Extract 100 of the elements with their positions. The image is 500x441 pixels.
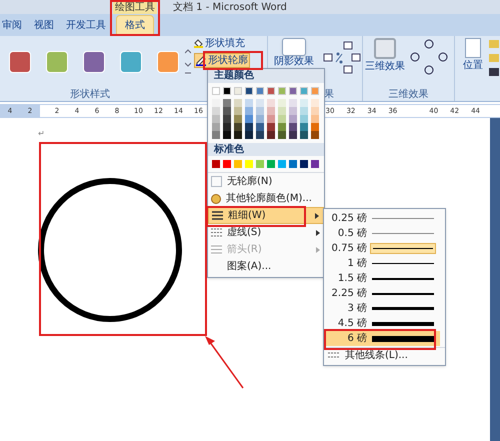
color-swatch[interactable] xyxy=(234,87,242,95)
color-swatch[interactable] xyxy=(311,131,319,139)
color-swatch[interactable] xyxy=(267,160,275,168)
color-swatch[interactable] xyxy=(256,131,264,139)
color-swatch[interactable] xyxy=(256,123,264,131)
ribbon-tab[interactable]: 视图 xyxy=(32,15,56,36)
color-swatch[interactable] xyxy=(278,131,286,139)
color-swatch[interactable] xyxy=(300,160,308,168)
color-swatch[interactable] xyxy=(289,99,297,107)
color-swatch[interactable] xyxy=(223,107,231,115)
color-swatch[interactable] xyxy=(256,115,264,123)
color-swatch[interactable] xyxy=(212,99,220,107)
style-swatch[interactable] xyxy=(157,50,179,72)
color-swatch[interactable] xyxy=(300,87,308,95)
color-swatch[interactable] xyxy=(311,160,319,168)
color-swatch[interactable] xyxy=(278,99,286,107)
weight-option[interactable]: 2.25 磅 xyxy=(324,286,440,301)
color-swatch[interactable] xyxy=(300,107,308,115)
color-swatch[interactable] xyxy=(234,131,242,139)
weight-option[interactable]: 3 磅 xyxy=(324,301,440,316)
color-swatch[interactable] xyxy=(300,123,308,131)
color-swatch[interactable] xyxy=(289,160,297,168)
menu-item[interactable]: 虚线(S) xyxy=(208,224,324,241)
weight-option[interactable]: 0.5 磅 xyxy=(324,226,440,241)
shadow-effects-button[interactable]: 阴影效果 xyxy=(274,38,314,68)
weight-option[interactable]: 6 磅 xyxy=(324,331,440,346)
color-swatch[interactable] xyxy=(256,87,264,95)
color-swatch[interactable] xyxy=(223,123,231,131)
color-swatch[interactable] xyxy=(256,99,264,107)
color-swatch[interactable] xyxy=(300,131,308,139)
color-swatch[interactable] xyxy=(267,115,275,123)
color-swatch[interactable] xyxy=(300,115,308,123)
color-swatch[interactable] xyxy=(289,115,297,123)
color-swatch[interactable] xyxy=(256,160,264,168)
weight-option[interactable]: 1.5 磅 xyxy=(324,271,440,286)
color-swatch[interactable] xyxy=(267,99,275,107)
weight-option[interactable]: 4.5 磅 xyxy=(324,316,440,331)
color-swatch[interactable] xyxy=(245,107,253,115)
color-swatch[interactable] xyxy=(278,87,286,95)
color-swatch[interactable] xyxy=(223,99,231,107)
menu-item[interactable]: 图案(A)... xyxy=(208,258,324,275)
color-swatch[interactable] xyxy=(245,123,253,131)
color-swatch[interactable] xyxy=(234,107,242,115)
menu-item[interactable]: 无轮廓(N) xyxy=(208,173,324,190)
color-swatch[interactable] xyxy=(278,115,286,123)
weight-option[interactable]: 1 磅 xyxy=(324,256,440,271)
color-swatch[interactable] xyxy=(223,131,231,139)
color-swatch[interactable] xyxy=(212,123,220,131)
color-swatch[interactable] xyxy=(289,123,297,131)
color-swatch[interactable] xyxy=(278,107,286,115)
color-swatch[interactable] xyxy=(278,160,286,168)
color-swatch[interactable] xyxy=(289,131,297,139)
style-swatch[interactable] xyxy=(46,50,68,72)
color-swatch[interactable] xyxy=(267,123,275,131)
color-swatch[interactable] xyxy=(267,131,275,139)
circle-shape[interactable] xyxy=(38,178,182,322)
arrange-icons[interactable] xyxy=(489,38,499,78)
color-swatch[interactable] xyxy=(223,87,231,95)
scroll-arrows-icon[interactable] xyxy=(185,46,191,76)
color-swatch[interactable] xyxy=(267,87,275,95)
color-swatch[interactable] xyxy=(311,123,319,131)
color-swatch[interactable] xyxy=(245,131,253,139)
position-button[interactable]: 位置 xyxy=(463,38,483,78)
ribbon-tab[interactable]: 格式 xyxy=(116,15,154,36)
color-swatch[interactable] xyxy=(245,160,253,168)
menu-item[interactable]: 其他线条(L)... xyxy=(324,348,408,363)
color-swatch[interactable] xyxy=(311,107,319,115)
color-swatch[interactable] xyxy=(234,160,242,168)
menu-item[interactable]: 粗细(W) xyxy=(208,207,324,224)
style-swatch[interactable] xyxy=(120,50,142,72)
color-swatch[interactable] xyxy=(212,160,220,168)
color-swatch[interactable] xyxy=(223,160,231,168)
ribbon-tab[interactable]: 审阅 xyxy=(0,15,24,36)
color-swatch[interactable] xyxy=(311,99,319,107)
color-swatch[interactable] xyxy=(212,115,220,123)
menu-item[interactable]: 其他轮廓颜色(M)... xyxy=(208,190,324,207)
weight-option[interactable]: 0.75 磅 xyxy=(324,241,440,256)
color-swatch[interactable] xyxy=(256,107,264,115)
three-d-effects-button[interactable]: 三维效果 xyxy=(365,38,405,74)
color-swatch[interactable] xyxy=(212,131,220,139)
color-swatch[interactable] xyxy=(234,99,242,107)
weight-option[interactable]: 0.25 磅 xyxy=(324,211,440,226)
style-swatch[interactable] xyxy=(9,50,31,72)
color-swatch[interactable] xyxy=(223,115,231,123)
color-swatch[interactable] xyxy=(245,115,253,123)
outline-button[interactable]: 形状轮廓 xyxy=(194,53,250,68)
color-swatch[interactable] xyxy=(234,115,242,123)
color-swatch[interactable] xyxy=(212,87,220,95)
color-swatch[interactable] xyxy=(278,123,286,131)
color-swatch[interactable] xyxy=(289,87,297,95)
color-swatch[interactable] xyxy=(267,107,275,115)
color-swatch[interactable] xyxy=(311,87,319,95)
color-swatch[interactable] xyxy=(212,107,220,115)
color-swatch[interactable] xyxy=(245,99,253,107)
style-swatch[interactable] xyxy=(83,50,105,72)
color-swatch[interactable] xyxy=(245,87,253,95)
color-swatch[interactable] xyxy=(289,107,297,115)
ribbon-tab[interactable]: 开发工具 xyxy=(64,15,108,36)
color-swatch[interactable] xyxy=(234,123,242,131)
fill-button[interactable]: 形状填充 xyxy=(194,38,250,49)
